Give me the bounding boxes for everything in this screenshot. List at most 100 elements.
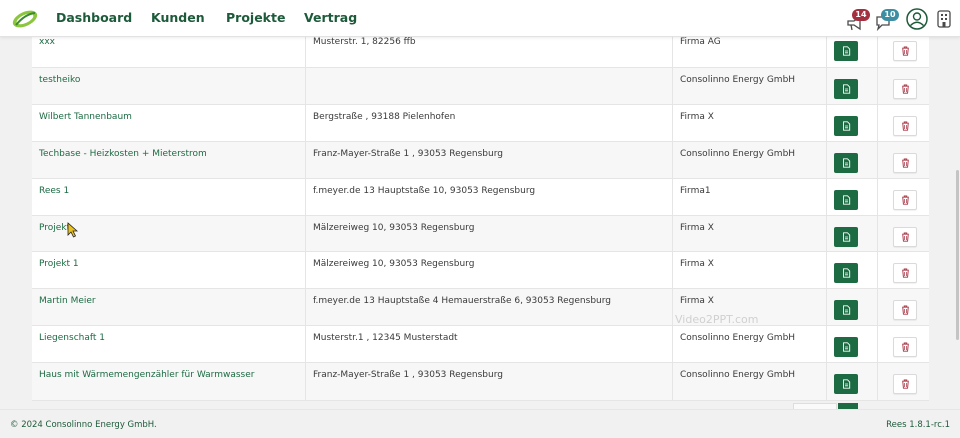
project-name-link[interactable]: Haus mit Wärmemengenzähler für Warmwasse… <box>39 370 254 380</box>
open-document-button[interactable] <box>834 337 858 357</box>
document-icon <box>842 84 850 94</box>
delete-action-cell <box>878 32 929 67</box>
document-action-cell <box>827 105 878 141</box>
address-cell: Bergstraße , 93188 Pielenhofen <box>306 105 673 141</box>
company-cell: Consolinno Energy GmbH <box>673 142 827 178</box>
table-row: Haus mit Wärmemengenzähler für Warmwasse… <box>32 363 929 401</box>
project-name-link[interactable]: Martin Meier <box>39 296 96 306</box>
project-name-cell: Martin Meier <box>32 289 306 325</box>
open-document-button[interactable] <box>834 374 858 394</box>
open-document-button[interactable] <box>834 227 858 247</box>
trash-icon <box>901 305 909 315</box>
document-action-cell <box>827 179 878 215</box>
document-icon <box>842 305 850 315</box>
project-name-cell: Wilbert Tannenbaum <box>32 105 306 141</box>
trash-icon <box>901 342 909 352</box>
open-document-button[interactable] <box>834 263 858 283</box>
delete-button[interactable] <box>893 337 917 357</box>
address-text: Mälzereiweg 10, 93053 Regensburg <box>313 223 475 233</box>
address-text: Musterstr.1 , 12345 Musterstadt <box>313 333 458 343</box>
delete-button[interactable] <box>893 116 917 136</box>
delete-action-cell <box>878 363 929 400</box>
table-row: xxx Musterstr. 1, 82256 ffb Firma AG <box>32 32 929 68</box>
open-document-button[interactable] <box>834 300 858 320</box>
delete-action-cell <box>878 252 929 288</box>
document-icon <box>842 342 850 352</box>
table-row: Rees 1 f.meyer.de 13 Hauptstaße 10, 93053… <box>32 179 929 216</box>
table-row: Liegenschaft 1 Musterstr.1 , 12345 Muster… <box>32 326 929 363</box>
company-cell: Consolinno Energy GmbH <box>673 326 827 362</box>
document-icon <box>842 46 850 56</box>
address-cell: Mälzereiweg 10, 93053 Regensburg <box>306 252 673 288</box>
project-name-link[interactable]: Liegenschaft 1 <box>39 333 105 343</box>
projects-table: xxx Musterstr. 1, 82256 ffb Firma AG testhe… <box>32 32 929 401</box>
consolinno-logo[interactable] <box>11 8 39 30</box>
delete-button[interactable] <box>893 190 917 210</box>
notification-button[interactable]: 14 <box>846 9 872 31</box>
delete-action-cell <box>878 142 929 178</box>
project-name-link[interactable]: testheiko <box>39 75 80 85</box>
document-action-cell <box>827 252 878 288</box>
document-icon <box>842 268 850 278</box>
project-name-cell: Haus mit Wärmemengenzähler für Warmwasse… <box>32 363 306 400</box>
company-cell: Firma1 <box>673 179 827 215</box>
address-text: Musterstr. 1, 82256 ffb <box>313 37 416 47</box>
delete-action-cell <box>878 179 929 215</box>
building-icon[interactable] <box>935 9 953 29</box>
nav-projekte[interactable]: Projekte <box>226 10 285 25</box>
nav-kunden[interactable]: Kunden <box>151 10 205 25</box>
document-action-cell <box>827 289 878 325</box>
project-name-link[interactable]: xxx <box>39 37 55 47</box>
company-text: Firma X <box>680 259 714 269</box>
trash-icon <box>901 121 909 131</box>
address-text: Mälzereiweg 10, 93053 Regensburg <box>313 259 475 269</box>
address-cell: Musterstr. 1, 82256 ffb <box>306 32 673 67</box>
address-cell <box>306 68 673 104</box>
watermark: Video2PPT.com <box>675 313 759 326</box>
scrollbar-thumb[interactable] <box>956 170 959 340</box>
project-name-cell: Rees 1 <box>32 179 306 215</box>
notification-badge: 14 <box>852 9 870 21</box>
open-document-button[interactable] <box>834 153 858 173</box>
project-name-cell: Liegenschaft 1 <box>32 326 306 362</box>
project-name-cell: Techbase - Heizkosten + Mieterstrom <box>32 142 306 178</box>
delete-button[interactable] <box>893 300 917 320</box>
messages-button[interactable]: 10 <box>875 9 901 32</box>
address-cell: f.meyer.de 13 Hauptstaße 4 Hemauerstraße… <box>306 289 673 325</box>
document-action-cell <box>827 68 878 104</box>
nav-vertrag[interactable]: Vertrag <box>304 10 357 25</box>
address-cell: f.meyer.de 13 Hauptstaße 10, 93053 Regen… <box>306 179 673 215</box>
company-cell: Consolinno Energy GmbH <box>673 363 827 400</box>
project-name-link[interactable]: Techbase - Heizkosten + Mieterstrom <box>39 149 207 159</box>
table-row: Projekt 1 Mälzereiweg 10, 93053 Regensbur… <box>32 252 929 289</box>
delete-action-cell <box>878 105 929 141</box>
nav-dashboard[interactable]: Dashboard <box>56 10 132 25</box>
delete-button[interactable] <box>893 79 917 99</box>
delete-action-cell <box>878 289 929 325</box>
table-row: Martin Meier f.meyer.de 13 Hauptstaße 4 H… <box>32 289 929 326</box>
document-action-cell <box>827 216 878 251</box>
address-text: f.meyer.de 13 Hauptstaße 4 Hemauerstraße… <box>313 296 611 306</box>
delete-button[interactable] <box>893 153 917 173</box>
open-document-button[interactable] <box>834 41 858 61</box>
project-name-link[interactable]: Rees 1 <box>39 186 69 196</box>
document-icon <box>842 195 850 205</box>
open-document-button[interactable] <box>834 79 858 99</box>
company-text: Consolinno Energy GmbH <box>680 149 796 159</box>
address-cell: Franz-Mayer-Straße 1 , 93053 Regensburg <box>306 142 673 178</box>
company-cell: Firma X <box>673 216 827 251</box>
project-name-link[interactable]: Wilbert Tannenbaum <box>39 112 132 122</box>
open-document-button[interactable] <box>834 190 858 210</box>
company-text: Firma AG <box>680 37 721 47</box>
delete-button[interactable] <box>893 227 917 247</box>
delete-button[interactable] <box>893 374 917 394</box>
table-row: testheiko Consolinno Energy GmbH <box>32 68 929 105</box>
delete-button[interactable] <box>893 41 917 61</box>
messages-badge: 10 <box>881 9 899 21</box>
open-document-button[interactable] <box>834 116 858 136</box>
delete-button[interactable] <box>893 263 917 283</box>
user-account-icon[interactable] <box>906 8 928 30</box>
document-icon <box>842 121 850 131</box>
project-name-link[interactable]: Projekt 1 <box>39 259 79 269</box>
project-name-link[interactable]: Projekt <box>39 223 70 233</box>
